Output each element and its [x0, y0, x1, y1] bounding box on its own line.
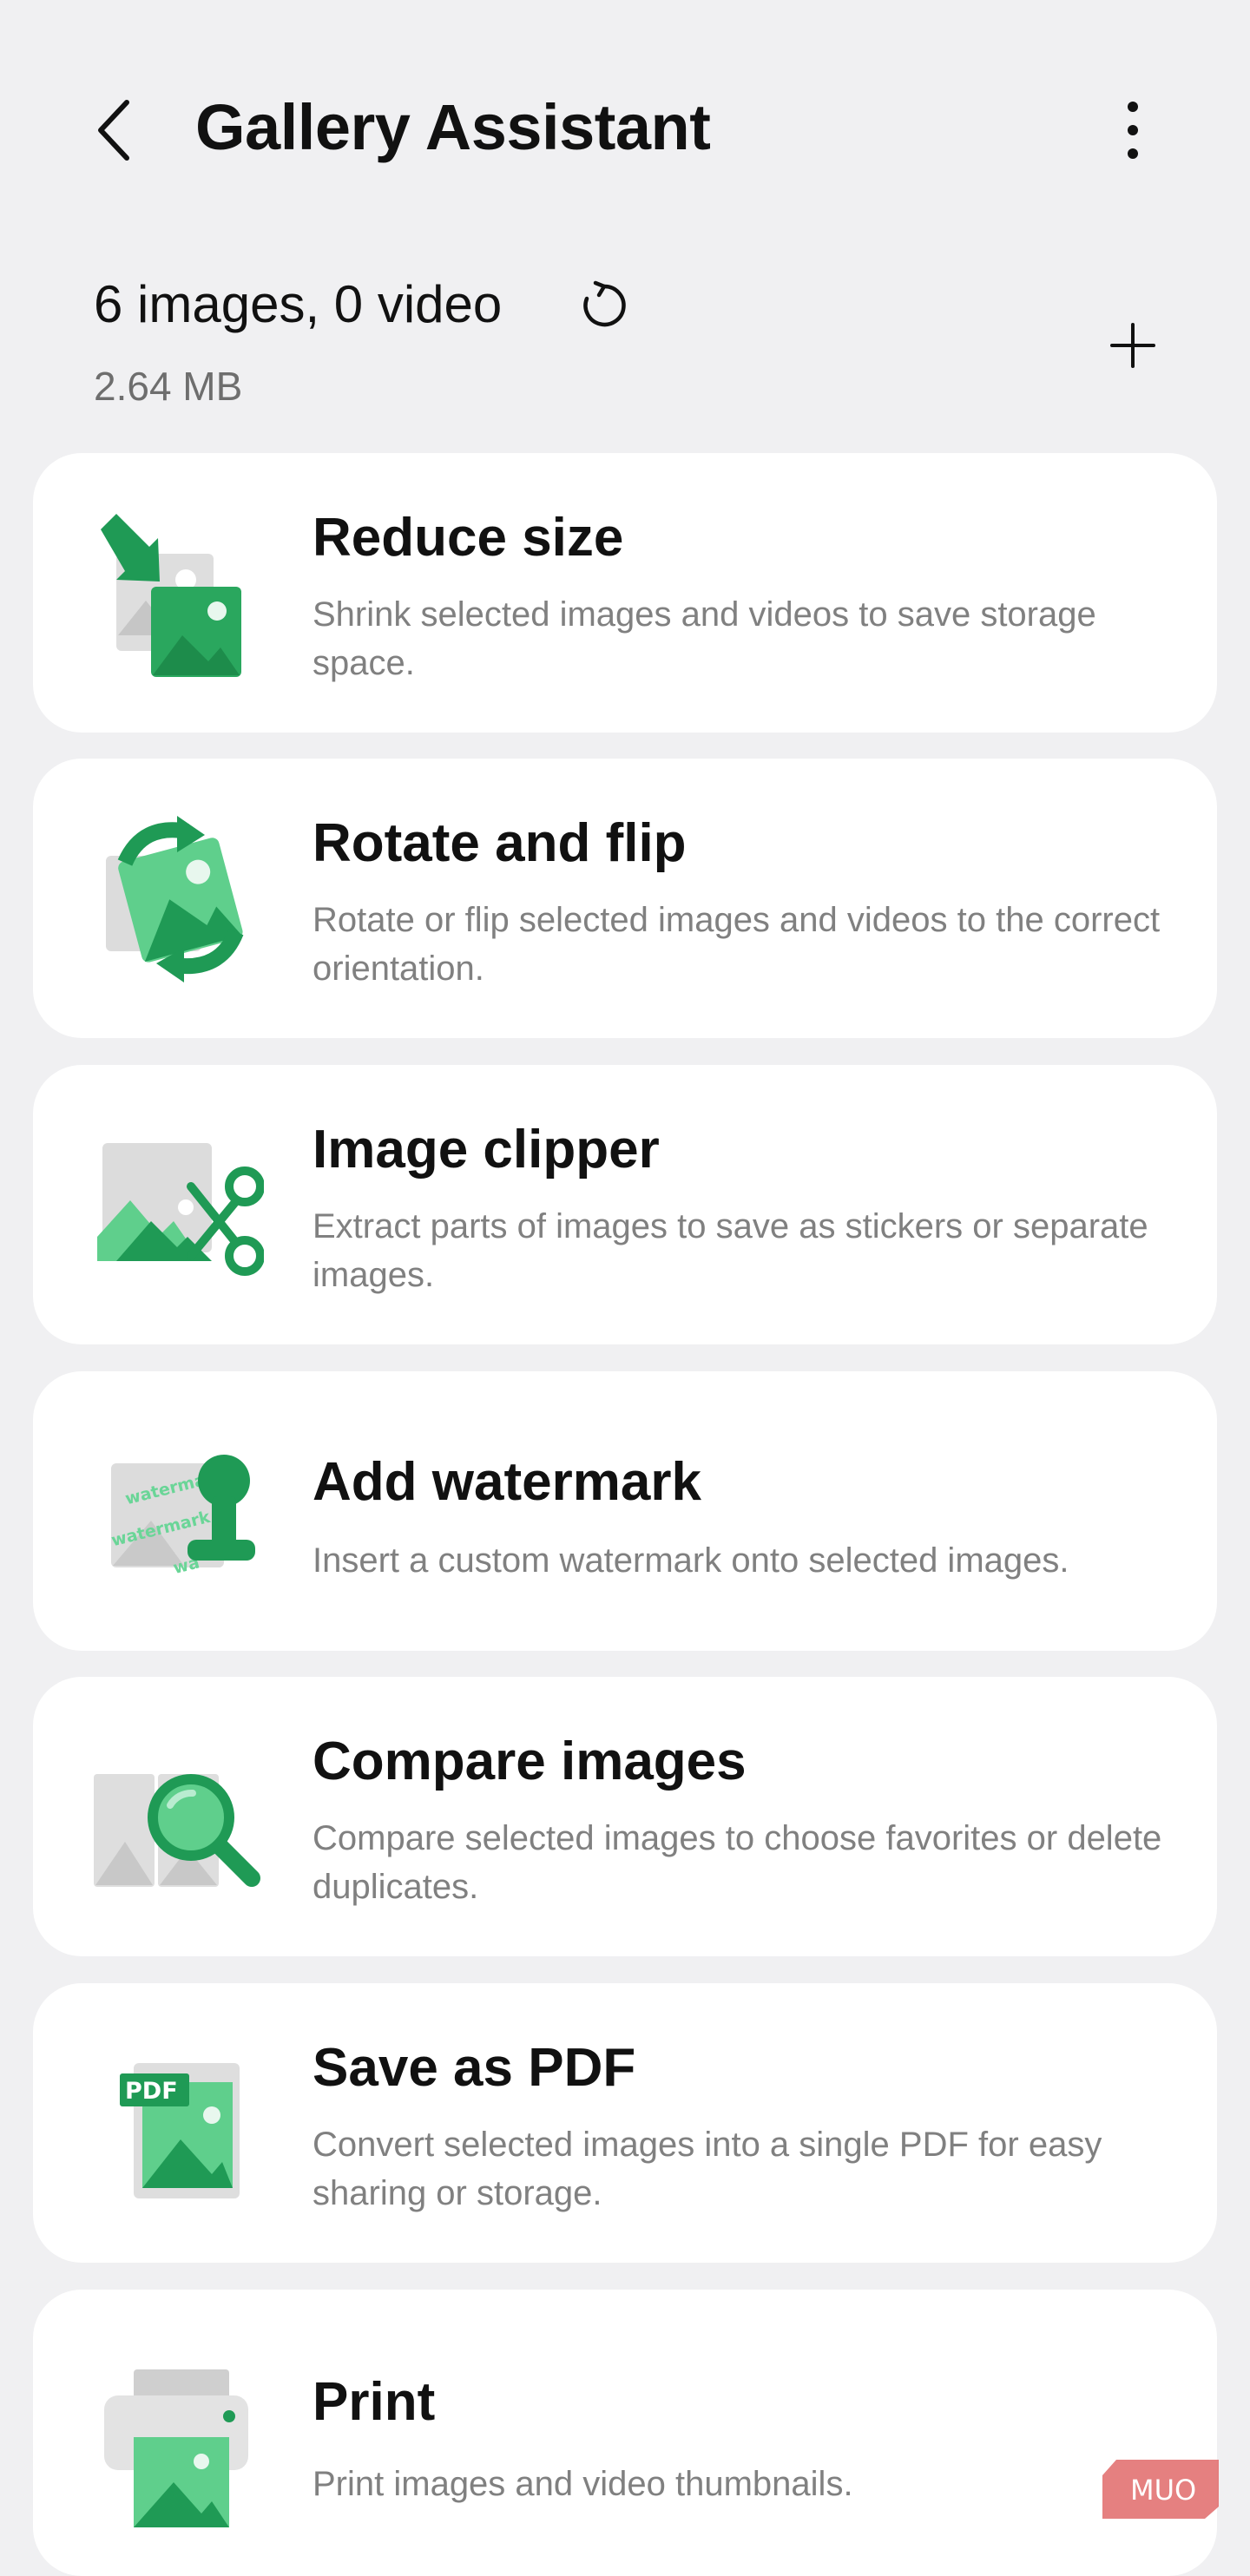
tool-card-save-as-pdf[interactable]: PDF Save as PDF Convert selected images …	[33, 1983, 1217, 2263]
tool-description: Convert selected images into a single PD…	[312, 2126, 1102, 2212]
printer-icon	[104, 2369, 248, 2527]
tool-card-add-watermark[interactable]: watermark watermark wa Add watermark Ins…	[33, 1371, 1217, 1651]
tool-description: Insert a custom watermark onto selected …	[312, 1541, 1069, 1580]
reduce-size-icon	[101, 514, 241, 677]
plus-icon	[1110, 323, 1155, 368]
tool-description: Compare selected images to choose favori…	[312, 1819, 1162, 1906]
svg-text:PDF: PDF	[125, 2078, 178, 2105]
tool-card-image-clipper[interactable]: Image clipper Extract parts of images to…	[33, 1065, 1217, 1344]
tool-title: Compare images	[312, 1732, 747, 1791]
tool-card-compare-images[interactable]: Compare images Compare selected images t…	[33, 1677, 1217, 1956]
tool-card-rotate-flip[interactable]: Rotate and flip Rotate or flip selected …	[33, 759, 1217, 1038]
tool-card-reduce-size[interactable]: Reduce size Shrink selected images and v…	[33, 453, 1217, 733]
stamp-icon: watermark watermark wa	[109, 1455, 255, 1578]
tool-title: Reduce size	[312, 508, 624, 568]
more-options-button[interactable]	[1102, 95, 1163, 165]
tool-title: Add watermark	[312, 1452, 701, 1512]
tool-title: Image clipper	[312, 1120, 660, 1180]
add-button[interactable]	[1098, 311, 1168, 380]
back-button[interactable]	[83, 87, 144, 174]
pdf-icon: PDF	[120, 2063, 240, 2198]
tool-title: Rotate and flip	[312, 813, 687, 873]
svg-text:MUO: MUO	[1130, 2474, 1196, 2507]
selection-summary: 6 images, 0 video	[94, 275, 503, 333]
more-vertical-icon	[1128, 102, 1138, 159]
magnifier-compare-icon	[94, 1774, 260, 1887]
tool-description: Shrink selected images and videos to sav…	[312, 595, 1096, 682]
selection-size: 2.64 MB	[94, 364, 243, 409]
refresh-button[interactable]	[573, 274, 635, 337]
tool-description: Rotate or flip selected images and video…	[312, 901, 1161, 988]
chevron-left-icon	[98, 100, 129, 161]
muo-watermark-logo: MUO	[1102, 2460, 1219, 2519]
tool-card-print[interactable]: Print Print images and video thumbnails.	[33, 2290, 1217, 2576]
tool-description: Print images and video thumbnails.	[312, 2465, 853, 2503]
refresh-icon	[583, 280, 626, 327]
app-header: Gallery Assistant	[0, 0, 1250, 260]
tool-title: Save as PDF	[312, 2038, 636, 2098]
page-title: Gallery Assistant	[195, 91, 711, 163]
rotate-flip-icon	[106, 816, 244, 982]
tool-description: Extract parts of images to save as stick…	[312, 1207, 1148, 1294]
tool-title: Print	[312, 2372, 436, 2432]
scissors-image-icon	[97, 1143, 264, 1276]
